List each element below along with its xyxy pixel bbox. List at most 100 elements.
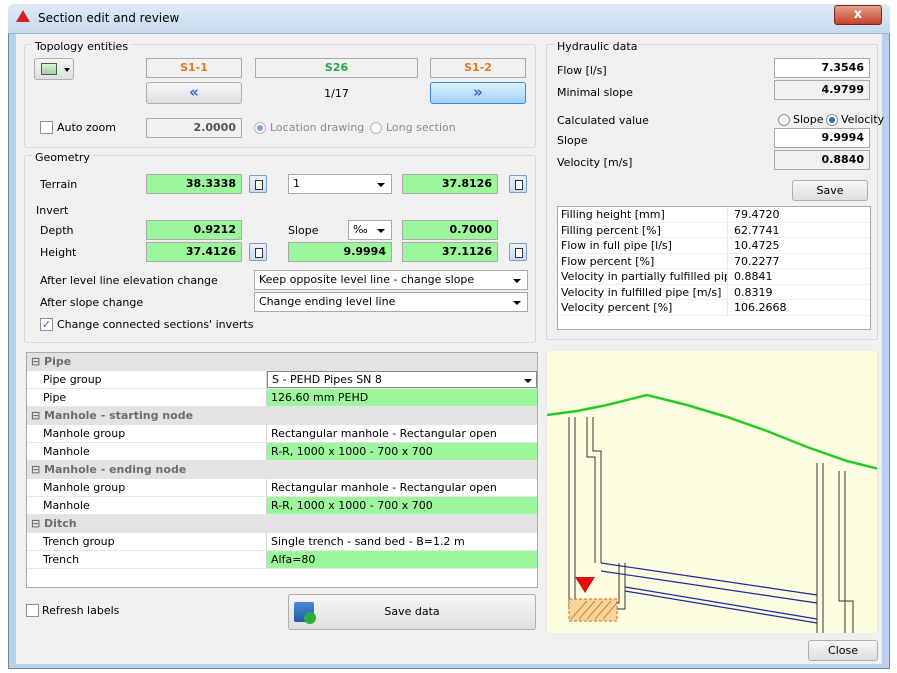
pick-point-icon[interactable]	[509, 243, 527, 261]
after-slope-change-value: Change ending level line	[259, 295, 396, 308]
hydraulic-save-button[interactable]: Save	[792, 180, 868, 201]
location-drawing-radio[interactable]	[254, 122, 266, 134]
chevron-down-icon	[513, 301, 521, 305]
invert-marker-icon	[575, 577, 595, 593]
manhole-end-value[interactable]: R-R, 1000 x 1000 - 700 x 700	[267, 497, 537, 514]
auto-zoom-label: Auto zoom	[57, 121, 116, 134]
chevron-down-icon	[64, 68, 70, 72]
geometry-group-label: Geometry	[32, 151, 93, 164]
hydraulic-result-key: Filling percent [%]	[558, 222, 728, 237]
hydraulic-slope-label: Slope	[557, 134, 588, 147]
refresh-labels-checkbox[interactable]	[26, 604, 39, 617]
change-connected-checkbox[interactable]: ✓	[40, 318, 53, 331]
slope-end-field[interactable]: 0.7000	[402, 220, 498, 240]
pipe-group-row[interactable]: Pipe group S - PEHD Pipes SN 8	[27, 371, 537, 389]
minimal-slope-label: Minimal slope	[557, 86, 633, 99]
chevron-down-icon	[377, 229, 385, 233]
pipe-section-label: Pipe	[44, 355, 72, 368]
hydraulic-result-key: Velocity in partially fulfilled pipe [..…	[558, 269, 728, 284]
terrain-line	[547, 393, 877, 470]
height-end-field[interactable]: 37.1126	[402, 242, 498, 262]
manhole-start-group-key: Manhole group	[27, 425, 267, 442]
pipe-group-combo[interactable]: S - PEHD Pipes SN 8	[267, 371, 537, 388]
height-start-field[interactable]: 37.4126	[146, 242, 242, 262]
manhole-start-group-value[interactable]: Rectangular manhole - Rectangular open	[267, 425, 537, 442]
hydraulic-result-row: Velocity percent [%] 106.2668	[558, 300, 870, 316]
pipe-value[interactable]: 126.60 mm PEHD	[267, 389, 537, 406]
manhole-end-group-row[interactable]: Manhole group Rectangular manhole - Recta…	[27, 479, 537, 497]
calc-velocity-label: Velocity	[841, 113, 885, 126]
trench-group-value[interactable]: Single trench - sand bed - B=1.2 m	[267, 533, 537, 550]
manhole-end-section-header[interactable]: ⊟ Manhole - ending node	[27, 461, 537, 479]
manhole-start-row[interactable]: Manhole R-R, 1000 x 1000 - 700 x 700	[27, 443, 537, 461]
calc-velocity-radio[interactable]	[826, 114, 838, 126]
pick-point-icon[interactable]	[509, 175, 527, 193]
section-preview[interactable]	[546, 350, 878, 634]
depth-field[interactable]: 0.9212	[146, 220, 242, 240]
hydraulic-result-value: 70.2277	[734, 254, 780, 268]
zoom-factor-field[interactable]: 2.0000	[146, 118, 242, 138]
pipe-row[interactable]: Pipe 126.60 mm PEHD	[27, 389, 537, 407]
previous-section-button[interactable]: «	[146, 82, 242, 104]
pipe-group-value: S - PEHD Pipes SN 8	[272, 373, 382, 386]
slope-unit-combo[interactable]: ‰	[348, 220, 392, 240]
close-button[interactable]: Close	[808, 640, 878, 661]
slope-value-field[interactable]: 9.9994	[288, 242, 392, 262]
hydraulic-result-key: Velocity percent [%]	[558, 300, 728, 315]
save-data-button[interactable]: Save data	[288, 594, 536, 630]
hydraulic-result-value: 62.7741	[734, 223, 780, 237]
entity-menu-button[interactable]	[34, 58, 74, 80]
manhole-start-group-row[interactable]: Manhole group Rectangular manhole - Recta…	[27, 425, 537, 443]
section-preview-drawing	[547, 393, 877, 633]
chevron-down-icon	[377, 183, 385, 187]
calc-slope-label: Slope	[793, 113, 824, 126]
hydraulic-result-key: Flow percent [%]	[558, 253, 728, 268]
hydraulic-result-row: Flow in full pipe [l/s] 10.4725	[558, 238, 870, 254]
check-badge-icon	[304, 612, 316, 624]
after-level-change-label: After level line elevation change	[40, 274, 218, 287]
after-level-change-combo[interactable]: Keep opposite level line - change slope	[254, 270, 528, 290]
hydraulic-result-key: Filling height [mm]	[558, 207, 728, 222]
next-section-button[interactable]: »	[430, 82, 526, 104]
depth-label: Depth	[40, 224, 74, 237]
hydraulic-group-label: Hydraulic data	[554, 40, 641, 53]
after-slope-change-combo[interactable]: Change ending level line	[254, 292, 528, 312]
terrain-combo[interactable]: 1	[288, 174, 392, 194]
flow-label: Flow [l/s]	[557, 64, 607, 77]
terrain-end-field[interactable]: 37.8126	[402, 174, 498, 194]
manhole-start-value[interactable]: R-R, 1000 x 1000 - 700 x 700	[267, 443, 537, 460]
window-close-button[interactable]: x	[834, 5, 882, 25]
hydraulic-slope-field[interactable]: 9.9994	[774, 128, 870, 148]
manhole-end-group-value[interactable]: Rectangular manhole - Rectangular open	[267, 479, 537, 496]
manhole-start-section-header[interactable]: ⊟ Manhole - starting node	[27, 407, 537, 425]
after-level-change-value: Keep opposite level line - change slope	[259, 273, 475, 286]
slope-label: Slope	[288, 224, 319, 237]
invert-label: Invert	[36, 204, 69, 217]
manhole-end-row[interactable]: Manhole R-R, 1000 x 1000 - 700 x 700	[27, 497, 537, 515]
flow-field[interactable]: 7.3546	[774, 58, 870, 78]
trench-value[interactable]: Alfa=80	[267, 551, 537, 568]
auto-zoom-checkbox[interactable]	[40, 121, 53, 134]
trench-group-row[interactable]: Trench group Single trench - sand bed - B…	[27, 533, 537, 551]
calc-slope-radio[interactable]	[778, 114, 790, 126]
trench-key: Trench	[27, 551, 267, 568]
pick-point-icon[interactable]	[249, 175, 267, 193]
chevron-down-icon	[513, 279, 521, 283]
slope-unit-value: ‰	[353, 223, 368, 236]
pick-point-icon[interactable]	[249, 243, 267, 261]
pipe-section-header[interactable]: ⊟ Pipe	[27, 353, 537, 371]
trench-row[interactable]: Trench Alfa=80	[27, 551, 537, 569]
window-title: Section edit and review	[38, 11, 180, 25]
ditch-section-header[interactable]: ⊟ Ditch	[27, 515, 537, 533]
hydraulic-result-value: 79.4720	[734, 208, 780, 221]
long-section-label: Long section	[386, 121, 456, 134]
section-counter: 1/17	[324, 87, 349, 100]
terrain-label: Terrain	[40, 178, 78, 191]
long-section-radio[interactable]	[370, 122, 382, 134]
collapse-icon: ⊟	[31, 463, 45, 476]
terrain-start-field[interactable]: 38.3338	[146, 174, 242, 194]
collapse-icon: ⊟	[31, 517, 45, 530]
minimal-slope-field: 4.9799	[774, 80, 870, 100]
end-node-field: S1-2	[430, 58, 526, 78]
hydraulic-result-value: 10.4725	[734, 239, 780, 252]
